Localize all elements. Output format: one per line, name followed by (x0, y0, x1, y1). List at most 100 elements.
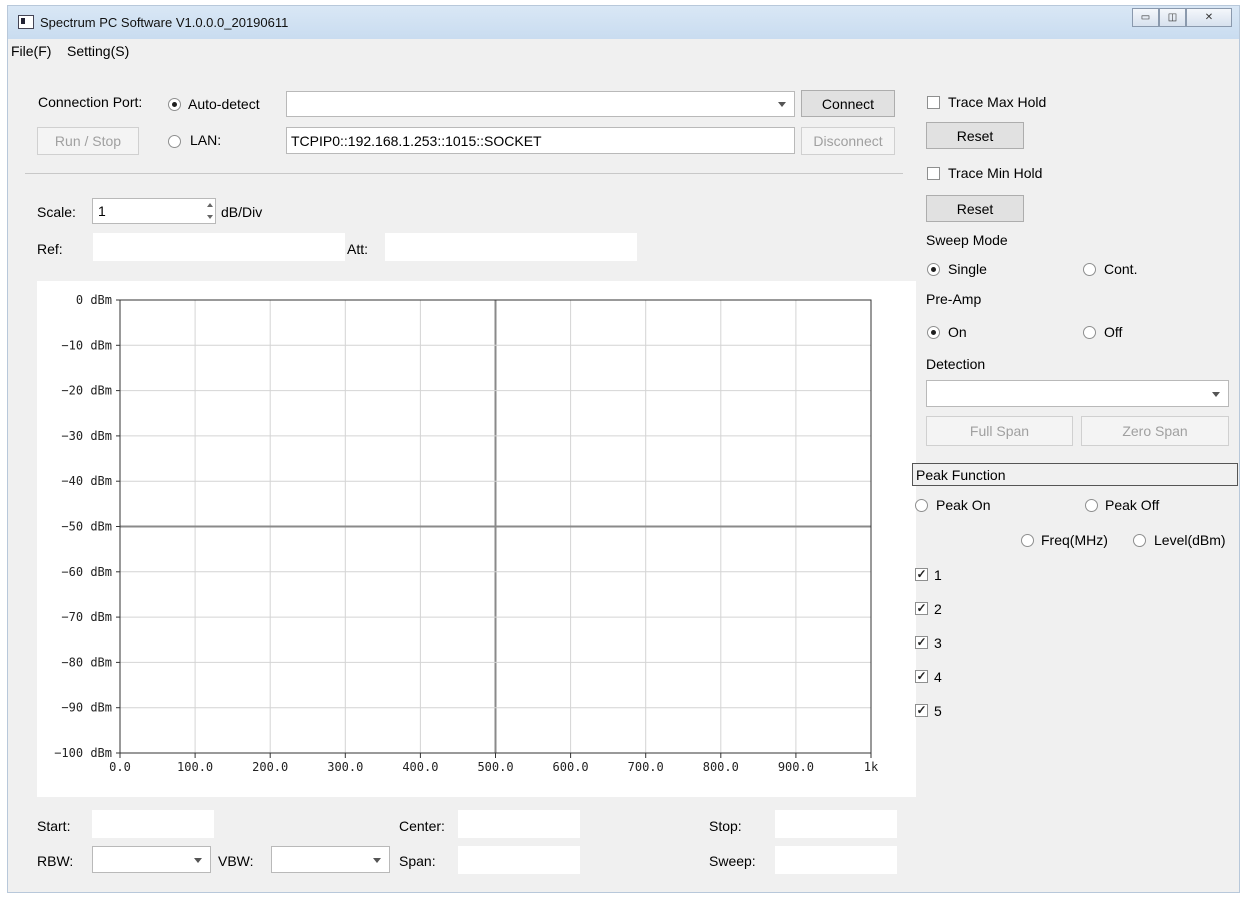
disconnect-button[interactable]: Disconnect (801, 127, 895, 155)
sweep-cont-label: Cont. (1104, 261, 1138, 277)
connection-port-select[interactable] (286, 91, 795, 117)
sweep-field (775, 846, 897, 874)
x-tick-label: 300.0 (327, 760, 363, 774)
auto-detect-radio[interactable] (168, 98, 181, 111)
detection-label: Detection (926, 356, 986, 372)
x-tick-label: 700.0 (628, 760, 664, 774)
title-bar: Spectrum PC Software V1.0.0.0_20190611 ▭… (8, 6, 1239, 39)
span-label: Span: (399, 853, 436, 869)
y-tick-label: −90 dBm (61, 701, 112, 715)
y-tick-label: 0 dBm (76, 293, 112, 307)
run-stop-button[interactable]: Run / Stop (37, 127, 139, 155)
rbw-label: RBW: (37, 853, 74, 869)
center-field (458, 810, 580, 838)
marker-1-label: 1 (934, 567, 942, 583)
main-window: Spectrum PC Software V1.0.0.0_20190611 ▭… (7, 5, 1240, 893)
x-tick-label: 800.0 (703, 760, 739, 774)
trace-max-hold-checkbox[interactable] (927, 96, 940, 109)
pre-amp-off-radio[interactable] (1083, 326, 1096, 339)
menu-file[interactable]: File(F) (11, 43, 51, 59)
peak-off-label: Peak Off (1105, 497, 1160, 513)
sweep-mode-label: Sweep Mode (926, 232, 1008, 248)
menu-setting[interactable]: Setting(S) (67, 43, 129, 59)
rbw-select[interactable] (92, 846, 211, 873)
marker-1-checkbox[interactable]: ✓ (915, 568, 928, 581)
center-label: Center: (399, 818, 445, 834)
stepper-down-icon[interactable] (207, 215, 213, 219)
trace-min-hold-checkbox[interactable] (927, 167, 940, 180)
att-label: Att: (347, 241, 369, 257)
y-tick-label: −80 dBm (61, 655, 112, 669)
y-tick-label: −50 dBm (61, 520, 112, 534)
menu-bar: File(F) Setting(S) (8, 39, 1239, 62)
vbw-select[interactable] (271, 846, 390, 873)
pre-amp-off-label: Off (1104, 324, 1123, 340)
x-tick-label: 900.0 (778, 760, 814, 774)
scale-label: Scale: (37, 204, 76, 220)
sweep-single-label: Single (948, 261, 987, 277)
start-label: Start: (37, 818, 71, 834)
marker-5-label: 5 (934, 703, 942, 719)
x-tick-label: 500.0 (477, 760, 513, 774)
y-tick-label: −20 dBm (61, 384, 112, 398)
marker-3-checkbox[interactable]: ✓ (915, 636, 928, 649)
spectrum-chart-svg: 0.0 100.0 200.0 300.0 400.0 500.0 600.0 700.0 80… (54, 293, 879, 774)
chevron-down-icon (1212, 391, 1220, 397)
marker-4-checkbox[interactable]: ✓ (915, 670, 928, 683)
freq-mhz-radio[interactable] (1021, 534, 1034, 547)
trace-min-hold-label: Trace Min Hold (948, 165, 1043, 181)
pre-amp-on-radio[interactable] (927, 326, 940, 339)
y-tick-label: −10 dBm (61, 338, 112, 352)
minimize-button[interactable]: ▭ (1132, 8, 1159, 27)
peak-on-radio[interactable] (915, 499, 928, 512)
scale-stepper[interactable]: 1 (92, 198, 216, 224)
sweep-single-radio[interactable] (927, 263, 940, 276)
reset-max-hold-button[interactable]: Reset (926, 122, 1024, 149)
marker-3-label: 3 (934, 635, 942, 651)
y-tick-label: −40 dBm (61, 474, 112, 488)
x-tick-label: 600.0 (553, 760, 589, 774)
detection-select[interactable] (926, 380, 1229, 407)
marker-5-checkbox[interactable]: ✓ (915, 704, 928, 717)
lan-address-input[interactable]: TCPIP0::192.168.1.253::1015::SOCKET (286, 127, 795, 154)
x-tick-label: 400.0 (402, 760, 438, 774)
zero-span-button[interactable]: Zero Span (1081, 416, 1229, 446)
marker-4-label: 4 (934, 669, 942, 685)
scale-value: 1 (98, 203, 106, 219)
x-tick-label: 0.0 (109, 760, 131, 774)
marker-2-label: 2 (934, 601, 942, 617)
app-icon (18, 15, 34, 29)
scale-unit: dB/Div (221, 204, 263, 220)
peak-off-radio[interactable] (1085, 499, 1098, 512)
lan-radio[interactable] (168, 135, 181, 148)
stop-field (775, 810, 897, 838)
full-span-button[interactable]: Full Span (926, 416, 1073, 446)
x-tick-label: 200.0 (252, 760, 288, 774)
maximize-button[interactable]: ◫ (1159, 8, 1186, 27)
x-tick-label: 1k (864, 760, 879, 774)
close-button[interactable]: ✕ (1186, 8, 1232, 27)
y-tick-label: −60 dBm (61, 565, 112, 579)
peak-on-label: Peak On (936, 497, 991, 513)
level-dbm-radio[interactable] (1133, 534, 1146, 547)
trace-max-hold-label: Trace Max Hold (948, 94, 1047, 110)
stepper-up-icon[interactable] (207, 203, 213, 207)
vbw-label: VBW: (218, 853, 254, 869)
auto-detect-label: Auto-detect (188, 96, 260, 112)
sweep-cont-radio[interactable] (1083, 263, 1096, 276)
x-tick-label: 100.0 (177, 760, 213, 774)
connection-port-label: Connection Port: (38, 94, 143, 110)
marker-2-checkbox[interactable]: ✓ (915, 602, 928, 615)
att-field (385, 233, 637, 261)
ref-field (93, 233, 345, 261)
y-tick-label: −70 dBm (61, 610, 112, 624)
divider (25, 173, 903, 174)
lan-label: LAN: (190, 132, 222, 148)
chevron-down-icon (194, 857, 202, 863)
y-tick-label: −30 dBm (61, 429, 112, 443)
start-field (92, 810, 214, 838)
connect-button[interactable]: Connect (801, 90, 895, 117)
reset-min-hold-button[interactable]: Reset (926, 195, 1024, 222)
chevron-down-icon (373, 857, 381, 863)
level-dbm-label: Level(dBm) (1154, 532, 1226, 548)
